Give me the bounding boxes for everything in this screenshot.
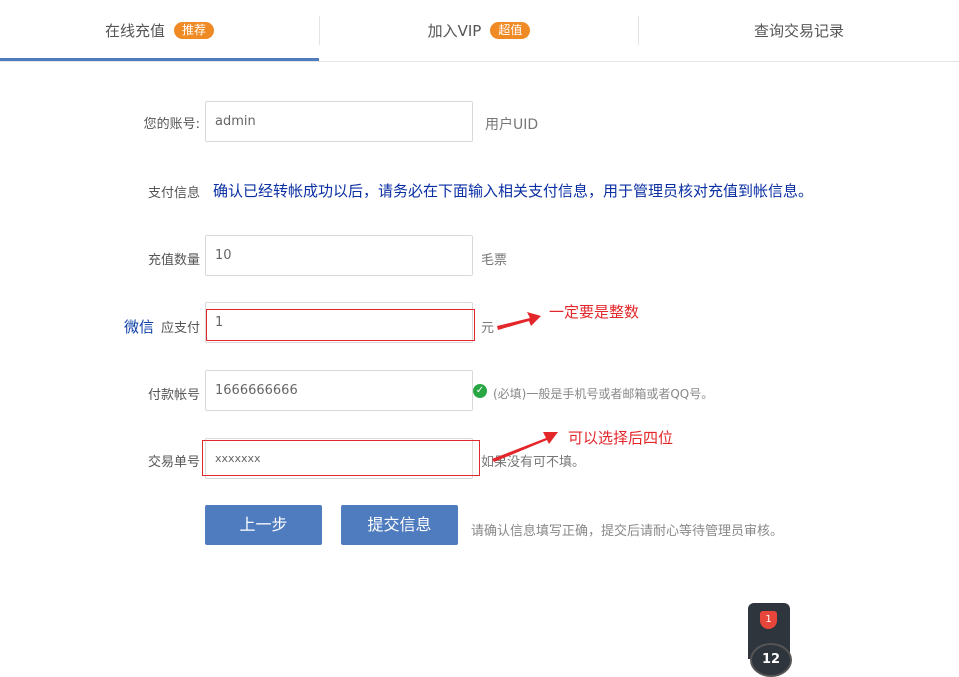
- txn-annotation: 可以选择后四位: [568, 429, 674, 447]
- annotation-arrows: [492, 312, 558, 462]
- notification-bubble: 12: [750, 643, 792, 677]
- floating-widget[interactable]: 1 12: [748, 603, 792, 677]
- submit-hint: 请确认信息填写正确，提交后请耐心等待管理员审核。: [471, 524, 784, 539]
- txn-arrow-icon: [492, 432, 558, 462]
- prev-button[interactable]: 上一步: [205, 505, 322, 545]
- shield-icon: 1: [760, 611, 777, 629]
- submit-button[interactable]: 提交信息: [341, 505, 458, 545]
- pay-arrow-icon: [497, 312, 541, 330]
- pay-annotation: 一定要是整数: [549, 303, 640, 321]
